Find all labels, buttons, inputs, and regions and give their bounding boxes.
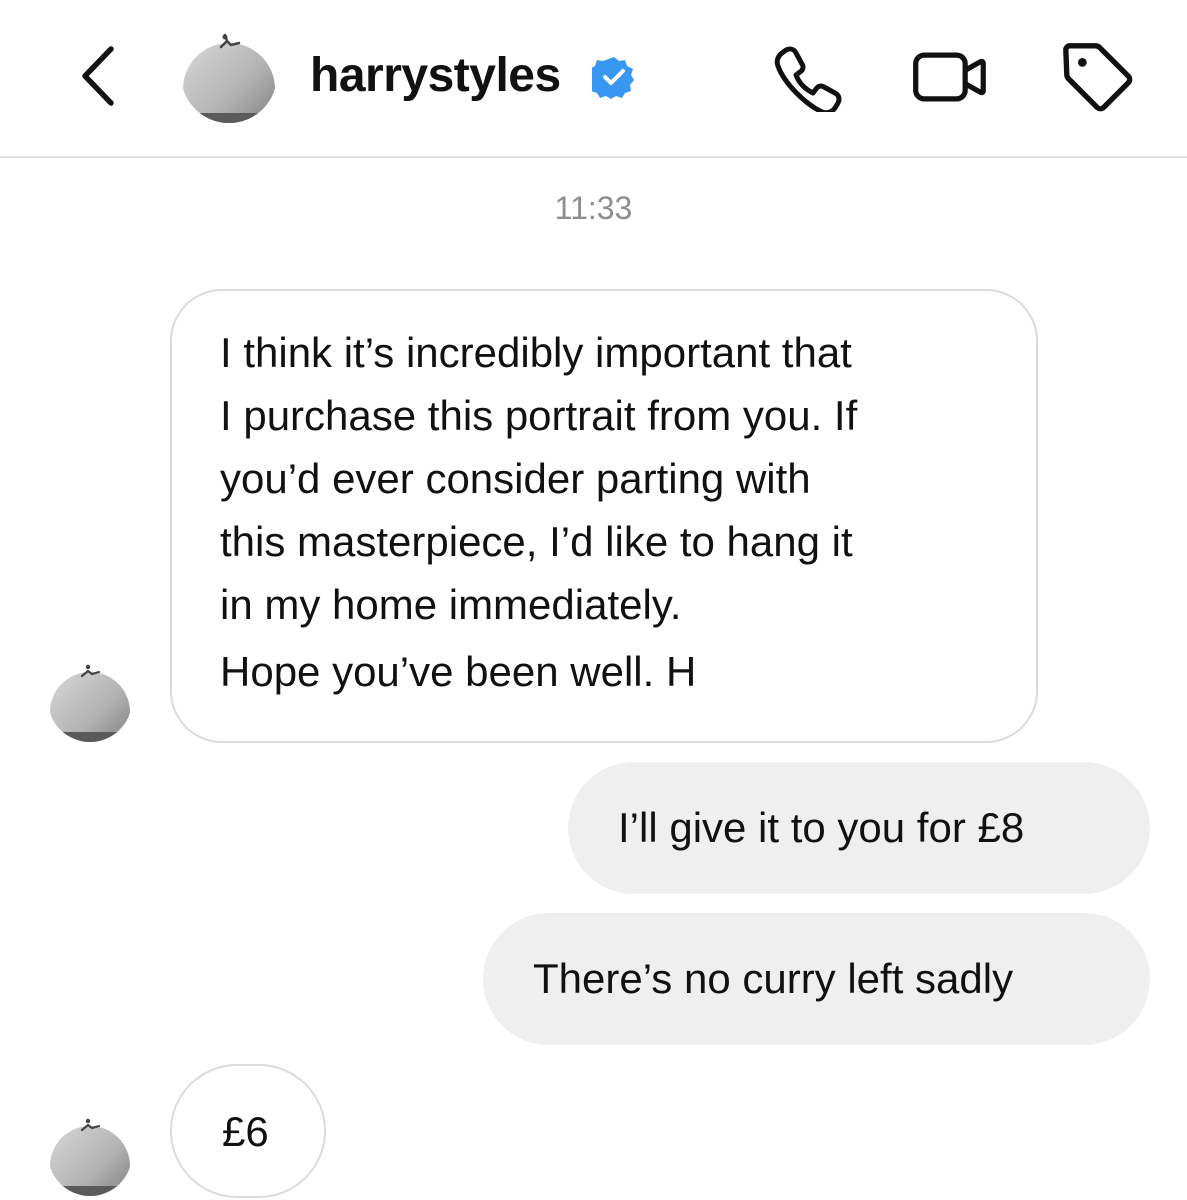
call-button[interactable] [768, 38, 846, 116]
message-line: I think it’s incredibly important that [220, 329, 852, 376]
username[interactable]: harrystyles [310, 48, 561, 104]
back-button[interactable] [62, 38, 132, 114]
message-line: I purchase this portrait from you. If [220, 392, 858, 439]
message-line: in my home immediately. [220, 581, 682, 628]
sender-avatar[interactable] [48, 1112, 132, 1196]
chevron-left-icon [82, 46, 114, 106]
message-line: Hope you’ve been well. H [220, 648, 697, 695]
outgoing-message-bubble[interactable]: I’ll give it to you for £8 [568, 762, 1150, 894]
message-line: you’d ever consider parting with [220, 455, 811, 502]
video-camera-icon [913, 52, 986, 102]
message-timestamp: 11:33 [554, 190, 633, 226]
phone-icon [774, 46, 842, 112]
sender-avatar[interactable] [48, 658, 132, 742]
message-text: I’ll give it to you for £8 [618, 804, 1025, 851]
message-text: There’s no curry left sadly [533, 955, 1014, 1002]
incoming-message-bubble[interactable]: £6 [170, 1064, 326, 1198]
verified-badge-icon [588, 55, 636, 99]
message-text: £6 [222, 1108, 269, 1155]
tag-icon [1063, 43, 1133, 112]
avatar[interactable] [181, 27, 277, 123]
incoming-message-bubble[interactable]: I think it’s incredibly important that I… [170, 289, 1038, 743]
message-line: this masterpiece, I’d like to hang it [220, 518, 853, 565]
video-call-button[interactable] [910, 38, 988, 116]
outgoing-message-bubble[interactable]: There’s no curry left sadly [483, 913, 1150, 1045]
label-button[interactable] [1058, 38, 1136, 116]
chat-header: harrystyles [0, 0, 1187, 158]
